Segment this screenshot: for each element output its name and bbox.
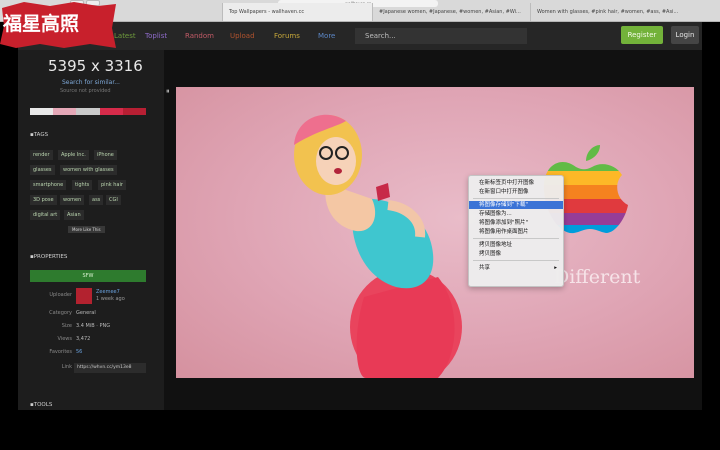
property-row: Size 3.4 MiB · PNG	[30, 323, 152, 335]
tag[interactable]: smartphone	[30, 180, 67, 190]
short-link-field[interactable]: https://whvn.cc/ym13e8	[74, 363, 146, 373]
purity-badge: SFW	[30, 270, 146, 282]
property-value: General	[76, 310, 96, 316]
nav-upload[interactable]: Upload	[230, 31, 255, 41]
tag[interactable]: Apple Inc.	[58, 150, 89, 160]
tag[interactable]: Asian	[64, 210, 84, 220]
upload-time: 1 week ago	[96, 296, 125, 302]
menu-item-open-image-new-tab[interactable]: 在新标签页中打开图像	[469, 179, 563, 187]
property-value: 3.4 MiB · PNG	[76, 323, 111, 329]
watermark-text: 福星高照	[3, 13, 80, 35]
more-like-this-button[interactable]: More Like This	[68, 226, 105, 233]
property-key: Uploader	[49, 292, 72, 298]
property-key: Category	[49, 310, 72, 316]
menu-item-save-image-as[interactable]: 存储图像为...	[469, 210, 563, 218]
property-row: Views 3,472	[30, 336, 152, 348]
menu-item-copy-image[interactable]: 拷贝图像	[469, 250, 563, 258]
avatar[interactable]	[76, 288, 92, 304]
login-button[interactable]: Login	[671, 26, 699, 44]
palette-swatch[interactable]	[30, 108, 54, 115]
menu-separator	[473, 260, 559, 261]
source-note: Source not provided	[60, 88, 111, 94]
property-row: Category General	[30, 310, 152, 322]
tag[interactable]: women	[60, 195, 85, 205]
tag[interactable]: 3D pose	[30, 195, 57, 205]
figure-render	[294, 114, 462, 378]
browser-tab[interactable]: #Japanese women, #Japanese, #women, #Asi…	[372, 3, 530, 21]
search-similar-link[interactable]: Search for similar...	[62, 79, 120, 86]
menu-item-save-image-downloads[interactable]: 将图像存储到"下载"	[469, 201, 563, 209]
sidebar-toggle-icon[interactable]: ⏸	[166, 87, 170, 96]
property-value: 56	[76, 349, 83, 355]
search-input[interactable]: Search...	[355, 28, 527, 44]
menu-item-copy-image-address[interactable]: 拷贝图像地址	[469, 241, 563, 249]
wallpaper-viewer: ⏸ Different 在新标签页中打开图像 在新窗口中打开图像 将图像存储到"…	[164, 50, 702, 410]
menu-item-label: 共享	[479, 265, 491, 271]
menu-item-add-to-photos[interactable]: 将图像添加到"照片"	[469, 219, 563, 227]
wallpaper-render: Different	[294, 114, 641, 378]
menu-separator	[473, 238, 559, 239]
screen: wallhaven.cc wallhaven.cc Top Wallpapers…	[0, 0, 720, 450]
tools-heading: ▪TOOLS	[30, 402, 53, 408]
browser-tab[interactable]: Women with glasses, #pink hair, #women, …	[530, 3, 702, 21]
tags-heading: ▪TAGS	[30, 132, 49, 138]
nav-forums[interactable]: Forums	[274, 31, 300, 41]
palette-swatch[interactable]	[53, 108, 77, 115]
submenu-arrow-icon: ▸	[554, 265, 557, 271]
uploader-name-link[interactable]: Zeemee7	[96, 289, 120, 295]
nav-random[interactable]: Random	[185, 31, 214, 41]
property-row: Favorites 56	[30, 349, 152, 361]
tag[interactable]: iPhone	[94, 150, 117, 160]
tag[interactable]: ass	[89, 195, 104, 205]
tag[interactable]: glasses	[30, 165, 55, 175]
tag[interactable]: digital art	[30, 210, 61, 220]
register-button[interactable]: Register	[621, 26, 663, 44]
menu-item-open-image-new-window[interactable]: 在新窗口中打开图像	[469, 188, 563, 196]
property-key: Views	[57, 336, 72, 342]
property-key: Link	[61, 364, 72, 370]
context-menu: 在新标签页中打开图像 在新窗口中打开图像 将图像存储到"下载" 存储图像为...…	[468, 175, 564, 287]
tag[interactable]: pink hair	[98, 180, 126, 190]
tag[interactable]: women with glasses	[60, 165, 117, 175]
menu-item-share[interactable]: 共享 ▸	[469, 264, 563, 272]
menu-item-use-as-desktop[interactable]: 将图像用作桌面图片	[469, 228, 563, 236]
site-navbar: Latest Toplist Random Upload Forums More…	[18, 22, 702, 50]
nav-toplist[interactable]: Toplist	[145, 31, 167, 41]
wallpaper-info-sidebar: 5395 x 3316 Search for similar... Source…	[18, 50, 164, 410]
wallpaper-image[interactable]: Different 在新标签页中打开图像 在新窗口中打开图像 将图像存储到"下载…	[176, 87, 694, 378]
nav-more[interactable]: More	[318, 31, 335, 41]
tag[interactable]: tights	[72, 180, 93, 190]
palette-swatch[interactable]	[99, 108, 123, 115]
resolution-label: 5395 x 3316	[48, 57, 143, 75]
logo-text: Different	[554, 266, 641, 288]
tag[interactable]: render	[30, 150, 53, 160]
property-value: 3,472	[76, 336, 91, 342]
watermark-logo: 福星高照	[0, 0, 118, 50]
color-palette	[30, 108, 147, 115]
tag[interactable]: CGI	[106, 195, 121, 205]
property-key: Size	[61, 323, 72, 329]
palette-swatch[interactable]	[122, 108, 147, 115]
properties-heading: ▪PROPERTIES	[30, 254, 68, 260]
menu-separator	[473, 198, 559, 199]
browser-tab-active[interactable]: Top Wallpapers - wallhaven.cc	[222, 3, 372, 21]
palette-swatch[interactable]	[76, 108, 100, 115]
property-key: Favorites	[49, 349, 72, 355]
